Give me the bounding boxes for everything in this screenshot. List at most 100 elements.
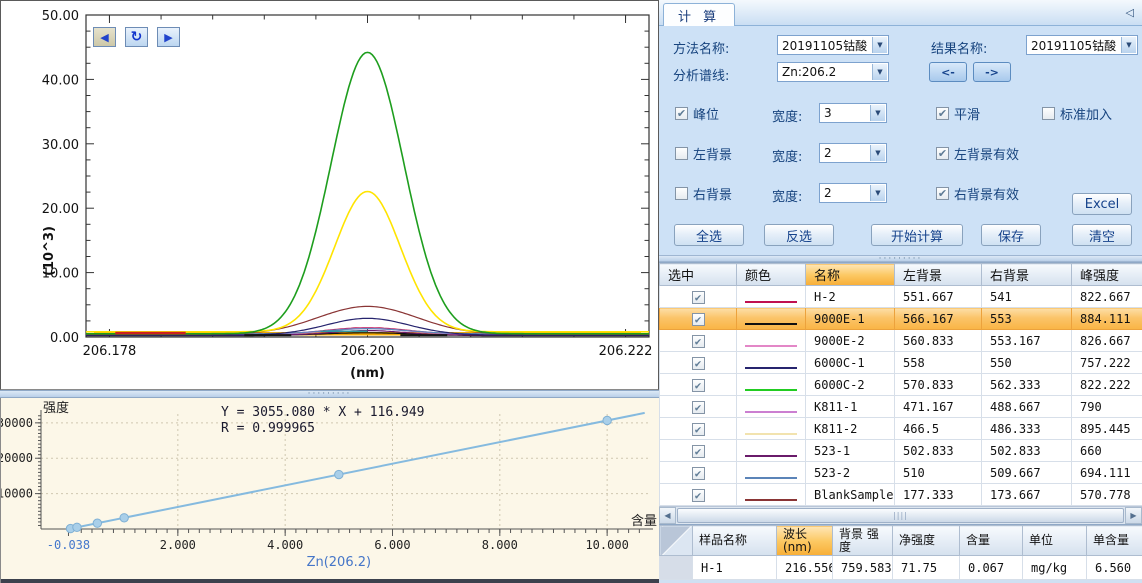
- checkbox-icon[interactable]: [675, 187, 688, 200]
- chevron-down-icon[interactable]: ▼: [872, 64, 887, 80]
- unit-cell: mg/kg: [1023, 556, 1087, 580]
- row-checkbox[interactable]: ✔: [692, 467, 705, 480]
- checkbox-left-background-valid[interactable]: ✔ 左背景有效: [936, 144, 1019, 163]
- row-checkbox[interactable]: ✔: [692, 291, 705, 304]
- checkbox-cell[interactable]: ✔: [660, 484, 737, 506]
- column-header[interactable]: 背景 强度: [833, 526, 893, 556]
- column-header[interactable]: 颜色: [737, 264, 806, 286]
- svg-text:含量: 含量: [631, 513, 657, 529]
- checkbox-icon[interactable]: ✔: [936, 107, 949, 120]
- checkbox-cell[interactable]: ✔: [660, 352, 737, 374]
- chart-forward-button[interactable]: ▶: [157, 27, 180, 47]
- checkbox-standard-addition[interactable]: 标准加入: [1042, 104, 1112, 123]
- table-row[interactable]: ✔6000C-1558550757.222: [660, 352, 1142, 374]
- table-row[interactable]: ✔K811-1471.167488.667790: [660, 396, 1142, 418]
- horizontal-splitter[interactable]: ·········: [0, 390, 659, 398]
- row-checkbox[interactable]: ✔: [692, 357, 705, 370]
- width-combo-3[interactable]: 2 ▼: [819, 183, 887, 203]
- table-row[interactable]: ✔523-1502.833502.833660: [660, 440, 1142, 462]
- scroll-left-icon[interactable]: ◀: [659, 507, 676, 524]
- checkbox-cell[interactable]: ✔: [660, 418, 737, 440]
- checkbox-cell[interactable]: ✔: [660, 462, 737, 484]
- row-checkbox[interactable]: ✔: [692, 401, 705, 414]
- row-checkbox[interactable]: ✔: [692, 379, 705, 392]
- form-table-splitter[interactable]: ·········: [659, 255, 1142, 262]
- row-checkbox[interactable]: ✔: [692, 335, 705, 348]
- row-checkbox[interactable]: ✔: [692, 445, 705, 458]
- tab-calc[interactable]: 计 算: [663, 3, 735, 26]
- table-row[interactable]: ✔H-2551.667541822.667: [660, 286, 1142, 308]
- checkbox-cell[interactable]: ✔: [660, 374, 737, 396]
- chart-refresh-button[interactable]: ↻: [125, 27, 148, 47]
- table-row[interactable]: ✔BlankSample1177.333173.667570.778: [660, 484, 1142, 506]
- checkbox-cell[interactable]: ✔: [660, 308, 737, 330]
- column-header[interactable]: 样品名称: [693, 526, 777, 556]
- checkbox-cell[interactable]: ✔: [660, 330, 737, 352]
- corner-select-cell[interactable]: [660, 526, 693, 556]
- checkbox-icon[interactable]: ✔: [936, 187, 949, 200]
- row-checkbox[interactable]: ✔: [692, 423, 705, 436]
- width-combo-1[interactable]: 3 ▼: [819, 103, 887, 123]
- checkbox-icon[interactable]: ✔: [936, 147, 949, 160]
- table-row[interactable]: H-1216.556759.58371.750.067mg/kg6.560: [660, 556, 1142, 580]
- checkbox-left-background[interactable]: 左背景: [675, 144, 732, 163]
- right-bg-cell: 509.667: [982, 462, 1072, 484]
- column-header[interactable]: 净强度: [893, 526, 960, 556]
- chevron-down-icon[interactable]: ▼: [872, 37, 887, 53]
- column-header[interactable]: 波长 (nm): [777, 526, 833, 556]
- analysis-line-combo[interactable]: Zn:206.2 ▼: [777, 62, 889, 82]
- width-combo-2[interactable]: 2 ▼: [819, 143, 887, 163]
- column-header[interactable]: 选中: [660, 264, 737, 286]
- table-row[interactable]: ✔6000C-2570.833562.333822.222: [660, 374, 1142, 396]
- next-line-button[interactable]: ->: [973, 62, 1011, 82]
- checkbox-right-background[interactable]: 右背景: [675, 184, 732, 203]
- excel-button[interactable]: Excel: [1072, 193, 1132, 215]
- invert-selection-button[interactable]: 反选: [764, 224, 834, 246]
- checkbox-cell[interactable]: ✔: [660, 396, 737, 418]
- column-header[interactable]: 单含量: [1087, 526, 1142, 556]
- splitter-grip-icon[interactable]: ·········: [308, 391, 352, 398]
- column-header[interactable]: 含量: [960, 526, 1023, 556]
- column-header[interactable]: 名称: [806, 264, 895, 286]
- svg-text:4.000: 4.000: [267, 538, 303, 552]
- chevron-down-icon[interactable]: ▼: [870, 105, 885, 121]
- checkbox-peak-position[interactable]: ✔ 峰位: [675, 104, 719, 123]
- row-checkbox[interactable]: ✔: [692, 489, 705, 502]
- column-header[interactable]: 右背景: [982, 264, 1072, 286]
- color-cell: [737, 462, 806, 484]
- left-bg-cell: 510: [895, 462, 982, 484]
- scroll-right-icon[interactable]: ▶: [1125, 507, 1142, 524]
- clear-button[interactable]: 清空: [1072, 224, 1132, 246]
- chevron-down-icon[interactable]: ▼: [870, 185, 885, 201]
- name-cell: 6000C-1: [806, 352, 895, 374]
- prev-line-button[interactable]: <-: [929, 62, 967, 82]
- chevron-down-icon[interactable]: ▼: [1121, 37, 1136, 53]
- select-all-button[interactable]: 全选: [674, 224, 744, 246]
- checkbox-icon[interactable]: [675, 147, 688, 160]
- checkbox-icon[interactable]: ✔: [675, 107, 688, 120]
- chart-back-button[interactable]: ◀: [93, 27, 116, 47]
- result-name-combo[interactable]: 20191105钴酸 ▼: [1026, 35, 1138, 55]
- table-row[interactable]: ✔9000E-1566.167553884.111: [660, 308, 1142, 330]
- chevron-down-icon[interactable]: ▼: [870, 145, 885, 161]
- row-header-cell[interactable]: [660, 556, 693, 580]
- column-header[interactable]: 峰强度: [1072, 264, 1142, 286]
- collapse-panel-icon[interactable]: ◁: [1126, 6, 1134, 19]
- checkbox-icon[interactable]: [1042, 107, 1055, 120]
- table-row[interactable]: ✔523-2510509.667694.111: [660, 462, 1142, 484]
- method-name-combo[interactable]: 20191105钴酸 ▼: [777, 35, 889, 55]
- checkbox-cell[interactable]: ✔: [660, 286, 737, 308]
- table-row[interactable]: ✔9000E-2560.833553.167826.667: [660, 330, 1142, 352]
- start-calc-button[interactable]: 开始计算: [871, 224, 963, 246]
- left-bg-cell: 558: [895, 352, 982, 374]
- save-button[interactable]: 保存: [981, 224, 1041, 246]
- table-row[interactable]: ✔K811-2466.5486.333895.445: [660, 418, 1142, 440]
- column-header[interactable]: 左背景: [895, 264, 982, 286]
- scrollbar-thumb[interactable]: ||||: [677, 508, 1124, 523]
- checkbox-cell[interactable]: ✔: [660, 440, 737, 462]
- horizontal-scrollbar[interactable]: ◀ |||| ▶: [659, 506, 1142, 524]
- checkbox-smooth[interactable]: ✔ 平滑: [936, 104, 980, 123]
- checkbox-right-background-valid[interactable]: ✔ 右背景有效: [936, 184, 1019, 203]
- row-checkbox[interactable]: ✔: [692, 313, 705, 326]
- column-header[interactable]: 单位: [1023, 526, 1087, 556]
